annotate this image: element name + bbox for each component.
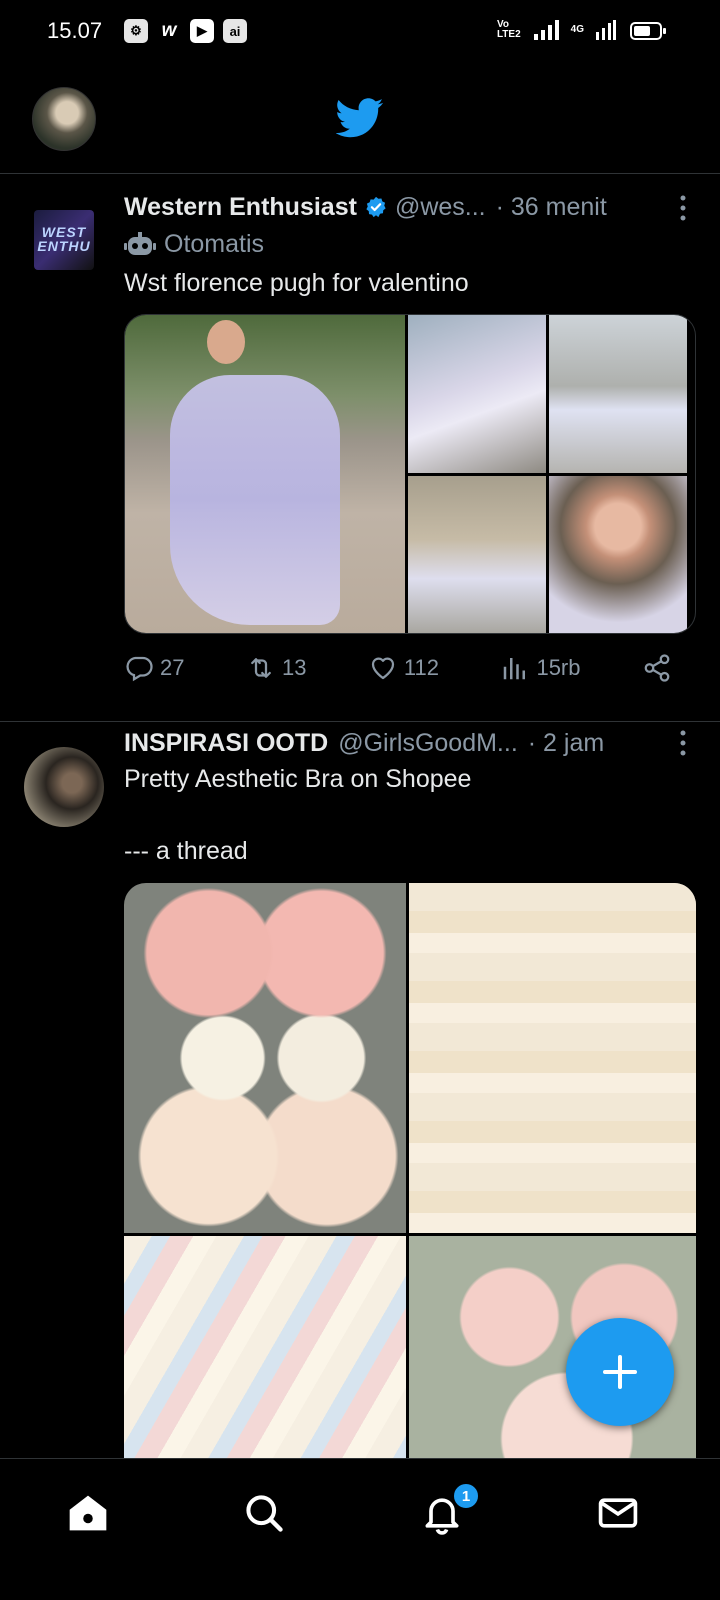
tweet[interactable]: WEST ENTHU Western Enthusiast @wes... · … [0,175,720,722]
tweet-media-grid[interactable] [124,314,696,634]
battery-icon [630,22,666,40]
share-button[interactable] [642,653,672,683]
retweet-icon [251,658,271,678]
tweet-photo[interactable] [408,476,546,633]
author-avatar[interactable] [24,747,104,827]
bot-icon [124,231,156,255]
home-icon [69,1495,107,1531]
tweet-text: Wst florence pugh for valentino [124,269,469,297]
views-button[interactable]: 15rb [500,653,581,683]
verified-badge-icon [366,196,386,218]
nav-home[interactable] [64,1489,112,1537]
notification-badge: 1 [452,1482,480,1510]
reply-button[interactable]: 27 [124,653,184,683]
author-handle[interactable]: @wes... [395,193,486,222]
photo-subject-head [207,320,245,364]
tweet-photo[interactable] [125,315,405,633]
compose-tweet-button[interactable] [566,1318,674,1426]
share-icon [644,654,670,682]
battery-level [634,26,650,36]
app-header [0,64,720,174]
reply-icon [126,656,153,682]
reply-count: 27 [160,655,185,680]
compose-plus-icon [603,1355,637,1389]
tweet-photo[interactable] [549,476,687,633]
tweet-photo[interactable] [409,883,696,1233]
heart-icon [371,657,395,680]
automated-label: Otomatis [164,230,265,258]
tweet-photo[interactable] [124,883,406,1233]
views-chart-icon [504,658,526,680]
network-type-label: 4G [570,24,584,35]
author-name[interactable]: Western Enthusiast [124,193,357,222]
profile-avatar[interactable] [32,87,96,151]
signal-icon [533,20,559,40]
youtube-app-icon: ▶ [190,19,214,43]
tweet-header: Western Enthusiast @wes... · 36 menit [124,192,690,222]
search-icon [246,1495,283,1532]
photo-subject-dress [170,375,340,625]
more-options-icon[interactable] [680,195,686,221]
author-name[interactable]: INSPIRASI OOTD [124,729,328,758]
like-count: 112 [403,655,439,680]
w-app-icon: w [161,20,177,41]
signal-4g-icon [596,20,616,40]
bottom-navigation: 1 [0,1458,720,1600]
status-app-icons: ⚙ w ▶ ai [124,19,247,43]
author-handle[interactable]: @GirlsGoodM... [338,729,518,758]
tweet-photo[interactable] [549,315,687,473]
automated-label-row: Otomatis [124,230,264,259]
twitter-bird-icon[interactable] [336,97,384,139]
ai-app-icon: ai [223,19,247,43]
retweet-count: 13 [281,655,307,680]
tweet-timestamp[interactable]: · 36 menit [496,193,607,222]
volte-label: Vo LTE2 [496,19,521,40]
author-avatar[interactable]: WEST ENTHU [34,210,94,270]
like-button[interactable]: 112 [368,653,439,683]
tweet-header: INSPIRASI OOTD @GirlsGoodM... · 2 jam [124,728,690,758]
settings-app-icon: ⚙ [124,19,148,43]
tweet-text: Pretty Aesthetic Bra on Shopee --- a thr… [124,765,472,865]
more-options-icon[interactable] [680,730,686,756]
retweet-button[interactable]: 13 [246,653,306,683]
status-time: 15.07 [47,18,103,43]
views-count: 15rb [536,655,581,680]
tweet-actions: 27 13 112 15rb [124,648,672,688]
photo-collage[interactable] [408,315,695,633]
nav-messages[interactable] [594,1489,642,1537]
messages-icon [598,1498,638,1528]
network-indicators: Vo LTE2 4G [497,20,616,40]
tweet-photo[interactable] [408,315,546,473]
tweet-timestamp[interactable]: · 2 jam [528,729,604,758]
nav-search[interactable] [240,1489,288,1537]
status-bar: 15.07 ⚙ w ▶ ai Vo LTE2 4G [0,0,720,64]
